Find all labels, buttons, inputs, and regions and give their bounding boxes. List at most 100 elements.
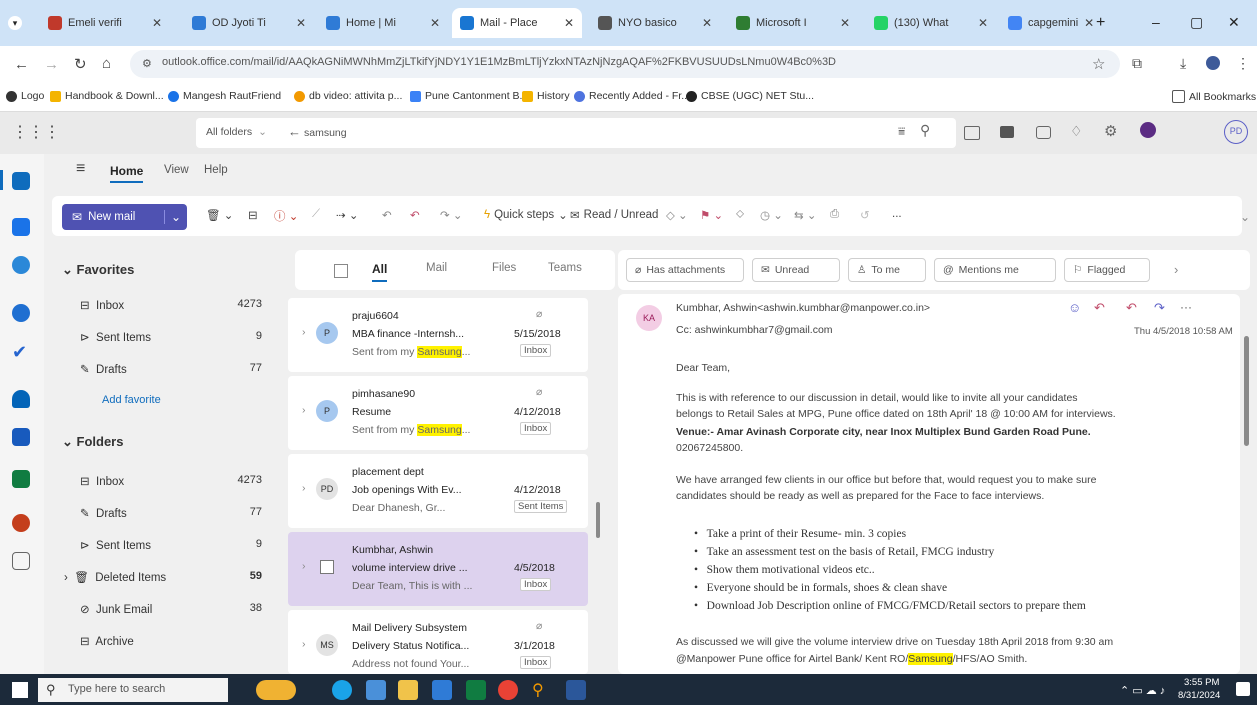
message-checkbox[interactable] bbox=[320, 560, 334, 574]
tab-help[interactable]: Help bbox=[204, 164, 228, 176]
more-options-button[interactable]: ... bbox=[892, 208, 902, 220]
excel-taskbar-icon[interactable] bbox=[466, 680, 486, 700]
browser-tab[interactable]: NYO basico ✕ bbox=[590, 8, 720, 38]
search-input[interactable]: samsung bbox=[304, 127, 347, 139]
message-item-selected[interactable]: › Kumbhar, Ashwin volume interview drive… bbox=[288, 532, 588, 606]
filter-tab-all[interactable]: All bbox=[372, 262, 388, 282]
premium-icon[interactable] bbox=[1140, 122, 1156, 138]
bookmark-item[interactable]: Recently Added - Fr... bbox=[574, 90, 690, 102]
read-unread-button[interactable]: ✉ Read / Unread bbox=[570, 208, 658, 222]
folder-junk-email[interactable]: ⊘ Junk Email bbox=[80, 602, 152, 616]
expand-thread-icon[interactable]: › bbox=[302, 560, 306, 572]
favorite-sent-items[interactable]: ⊳ Sent Items bbox=[80, 330, 151, 344]
reload-icon[interactable]: ↻ bbox=[74, 55, 87, 73]
quick-steps-button[interactable]: ϟ Quick steps ⌄ bbox=[484, 208, 568, 222]
expand-thread-icon[interactable]: › bbox=[302, 404, 306, 416]
folder-drafts[interactable]: ✎ Drafts bbox=[80, 506, 127, 520]
browser-tab[interactable]: Microsoft I ✕ bbox=[728, 8, 858, 38]
browser-tab[interactable]: Home | Mi ✕ bbox=[318, 8, 448, 38]
search-icon[interactable]: ⚲ bbox=[920, 122, 930, 139]
move-icon[interactable]: ⇢ ⌄ bbox=[336, 208, 358, 222]
new-mail-button[interactable]: ✉ New mail ⌄ bbox=[62, 204, 187, 230]
browser-tab[interactable]: Emeli verifi ✕ bbox=[40, 8, 170, 38]
ribbon-expand-icon[interactable]: ⌄ bbox=[1240, 210, 1250, 224]
taskbar-search[interactable]: Type here to search bbox=[38, 678, 228, 702]
onedrive-icon[interactable] bbox=[12, 390, 30, 408]
browser-menu-icon[interactable]: ⋮ bbox=[1236, 55, 1250, 72]
flagged-filter[interactable]: ⚐ Flagged bbox=[1064, 258, 1150, 282]
print-icon[interactable]: ⎙ bbox=[830, 208, 839, 221]
folders-header[interactable]: ⌄ Folders bbox=[62, 434, 123, 450]
reply-all-icon[interactable]: ↶ bbox=[410, 208, 420, 222]
close-tab-icon[interactable]: ✕ bbox=[296, 16, 306, 30]
bookmark-star-icon[interactable]: ☆ bbox=[1092, 55, 1105, 73]
folder-inbox[interactable]: ⊟ Inbox bbox=[80, 474, 124, 488]
home-icon[interactable]: ⌂ bbox=[102, 55, 111, 72]
undo-icon[interactable]: ↺ bbox=[860, 208, 870, 222]
download-icon[interactable]: ⤓ bbox=[1180, 55, 1186, 72]
message-item[interactable]: › PD placement dept Job openings With Ev… bbox=[288, 454, 588, 528]
account-avatar[interactable]: PD bbox=[1224, 120, 1248, 144]
powerpoint-icon[interactable] bbox=[12, 514, 30, 532]
bookmark-item[interactable]: db video: attivita p... bbox=[294, 90, 402, 102]
people-icon[interactable] bbox=[12, 256, 30, 274]
edge-icon[interactable] bbox=[332, 680, 352, 700]
search-scope-dropdown[interactable]: All folders ⌄ bbox=[206, 126, 267, 138]
close-tab-icon[interactable]: ✕ bbox=[564, 16, 574, 30]
bookmark-item[interactable]: CBSE (UGC) NET Stu... bbox=[686, 90, 814, 102]
meet-now-icon[interactable] bbox=[964, 126, 980, 140]
close-tab-icon[interactable]: ✕ bbox=[152, 16, 162, 30]
widgets-icon[interactable] bbox=[256, 680, 296, 700]
chevron-down-icon[interactable]: ⌄ bbox=[163, 210, 181, 224]
url-bar[interactable]: outlook.office.com/mail/id/AAQkAGNiMWNhM… bbox=[130, 50, 1120, 78]
browser-tab[interactable]: Mail - Place ✕ bbox=[452, 8, 582, 38]
message-item[interactable]: › P pimhasane90 ⌀ Resume 4/12/2018 Sent … bbox=[288, 376, 588, 450]
filter-tab-teams[interactable]: Teams bbox=[548, 262, 582, 274]
folder-archive[interactable]: ⊟ Archive bbox=[80, 634, 134, 648]
archive-icon[interactable]: ⊟ bbox=[248, 208, 258, 222]
extensions-icon[interactable]: ⧉ bbox=[1132, 55, 1142, 72]
explorer-icon[interactable] bbox=[398, 680, 418, 700]
mentions-me-filter[interactable]: @ Mentions me bbox=[934, 258, 1056, 282]
flag-icon[interactable]: ⚑ ⌄ bbox=[700, 208, 723, 222]
bookmark-item[interactable]: Mangesh RautFriend bbox=[168, 90, 281, 102]
notifications-icon[interactable]: ♢ bbox=[1070, 123, 1083, 140]
tab-view[interactable]: View bbox=[164, 164, 189, 176]
new-tab-button[interactable]: + bbox=[1096, 14, 1105, 32]
favorites-header[interactable]: ⌄ Favorites bbox=[62, 262, 134, 278]
bookmark-item[interactable]: Pune Cantonment B... bbox=[410, 90, 528, 102]
favorite-inbox[interactable]: ⊟ Inbox bbox=[80, 298, 124, 312]
message-item[interactable]: › P praju6604 ⌀ MBA finance -Internsh...… bbox=[288, 298, 588, 372]
browser-tab[interactable]: OD Jyoti Ti ✕ bbox=[184, 8, 314, 38]
filters-next-icon[interactable]: › bbox=[1174, 262, 1178, 277]
browser-tab[interactable]: capgemini ✕ bbox=[1000, 8, 1094, 38]
hamburger-icon[interactable]: ≡ bbox=[76, 160, 85, 178]
notification-center-icon[interactable] bbox=[1236, 682, 1250, 696]
report-icon[interactable]: ⓘ ⌄ bbox=[274, 208, 298, 224]
todo-icon[interactable]: ✔ bbox=[12, 342, 30, 362]
app-launcher-icon[interactable]: ⋮⋮⋮ bbox=[12, 122, 60, 142]
chrome-icon[interactable] bbox=[498, 680, 518, 700]
reply-icon[interactable]: ↶ bbox=[382, 208, 392, 222]
feedback-icon[interactable] bbox=[1036, 126, 1051, 139]
close-tab-icon[interactable]: ✕ bbox=[978, 16, 988, 30]
tray-icons[interactable]: ⌃ ▭ ☁ ♪ bbox=[1120, 684, 1165, 697]
reply-all-icon[interactable]: ↶ bbox=[1126, 300, 1137, 316]
forward-mail-icon[interactable]: ↷ bbox=[1154, 300, 1165, 316]
pin-icon[interactable]: ⬦ bbox=[736, 208, 744, 221]
close-tab-icon[interactable]: ✕ bbox=[1084, 16, 1094, 30]
forward-mail-icon[interactable]: ↷ ⌄ bbox=[440, 208, 462, 222]
teams-icon[interactable] bbox=[1000, 126, 1014, 138]
tab-search-button[interactable]: ▾ bbox=[8, 16, 22, 30]
reply-icon[interactable]: ↶ bbox=[1094, 300, 1105, 316]
mail-app-icon[interactable] bbox=[366, 680, 386, 700]
start-icon[interactable] bbox=[12, 682, 28, 698]
select-all-checkbox[interactable] bbox=[334, 264, 348, 278]
calendar-icon[interactable] bbox=[12, 218, 30, 236]
snooze-icon[interactable]: ◷ ⌄ bbox=[760, 208, 783, 222]
expand-thread-icon[interactable]: › bbox=[302, 638, 306, 650]
groups-icon[interactable] bbox=[12, 304, 30, 322]
more-actions-icon[interactable]: ··· bbox=[1180, 300, 1192, 314]
bookmark-item[interactable]: Handbook & Downl... bbox=[50, 90, 164, 102]
store-icon[interactable] bbox=[432, 680, 452, 700]
